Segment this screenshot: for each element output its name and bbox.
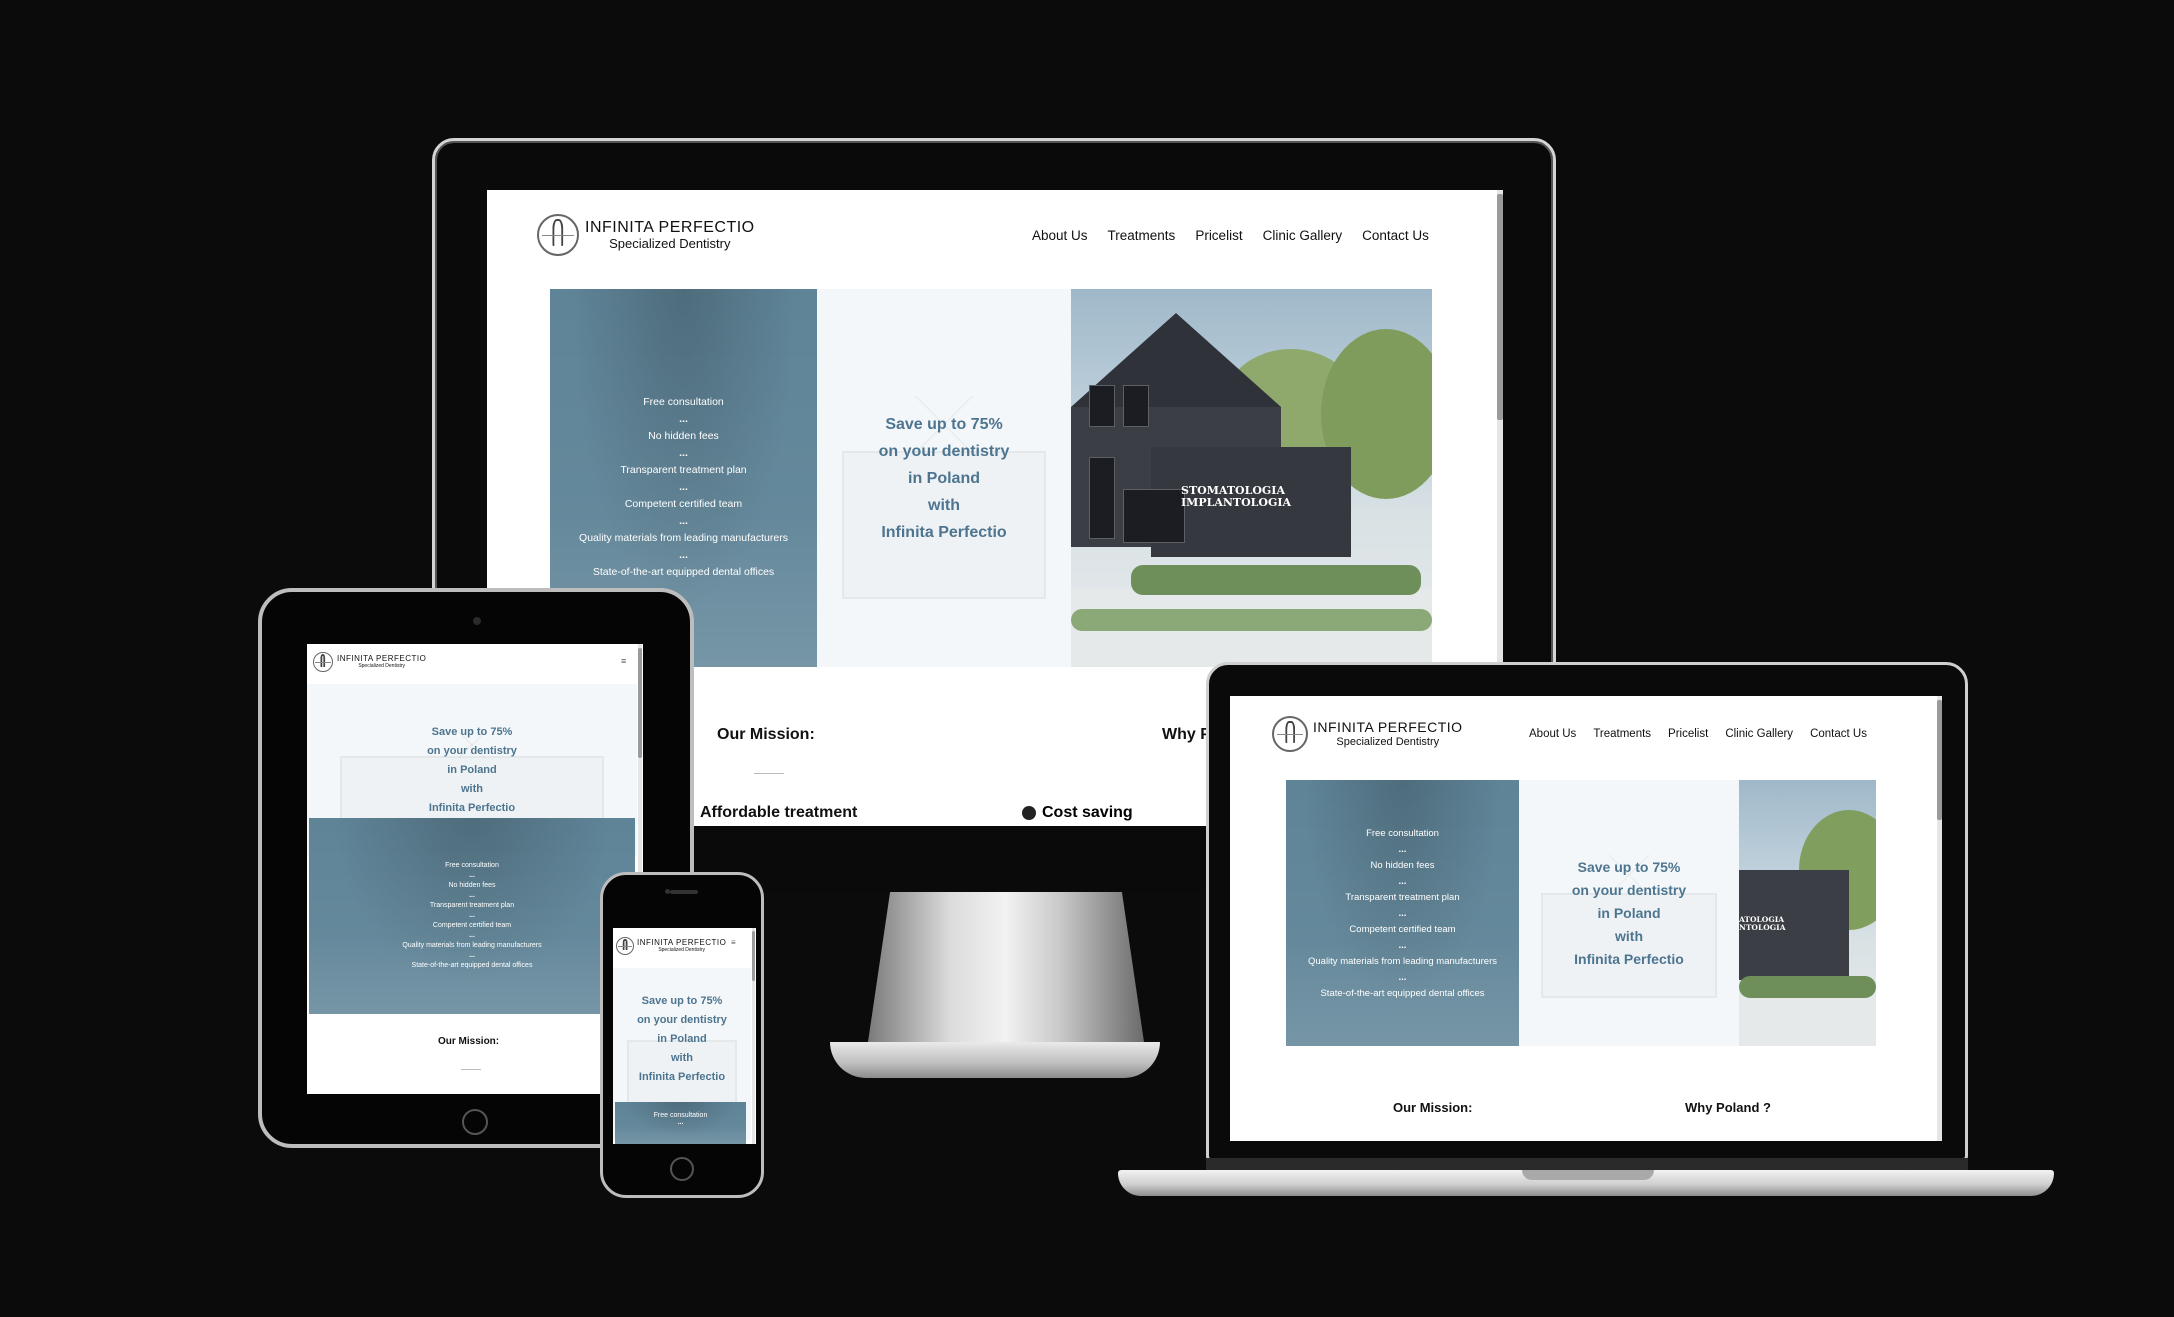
- clinic-building-photo: STOMATOLOGIA IMPLANTOLOGIA: [1071, 289, 1432, 667]
- laptop-mission-title: Our Mission:: [1393, 1100, 1473, 1115]
- phone-scrollbar[interactable]: [752, 928, 755, 1144]
- tooth-logo-icon: [616, 937, 634, 955]
- phone-features-panel: Free consultation ...: [615, 1102, 746, 1144]
- nav-treatments[interactable]: Treatments: [1108, 228, 1176, 243]
- desktop-nav: About Us Treatments Pricelist Clinic Gal…: [1032, 228, 1429, 243]
- laptop-features-panel: Free consultation ... No hidden fees ...…: [1286, 780, 1519, 1046]
- nav-pricelist[interactable]: Pricelist: [1195, 228, 1242, 243]
- tablet-logo[interactable]: INFINITA PERFECTIO Specialized Dentistry: [313, 652, 426, 672]
- phone-screen: INFINITA PERFECTIO Specialized Dentistry…: [613, 928, 756, 1144]
- nav-clinic-gallery[interactable]: Clinic Gallery: [1725, 728, 1793, 740]
- brand-name: INFINITA PERFECTIO: [585, 219, 755, 237]
- tooth-logo-icon: [1272, 716, 1308, 752]
- nav-clinic-gallery[interactable]: Clinic Gallery: [1263, 228, 1343, 243]
- tooth-logo-icon: [537, 214, 579, 256]
- tablet-menu-icon[interactable]: ≡: [621, 656, 626, 666]
- laptop-headline-panel: Save up to 75% on your dentistry in Pola…: [1519, 780, 1739, 1046]
- feature-item: Quality materials from leading manufactu…: [579, 532, 788, 544]
- desktop-monitor-foot: [830, 1042, 1160, 1078]
- feature-item: Competent certified team: [624, 498, 743, 510]
- tablet-screen: INFINITA PERFECTIO Specialized Dentistry…: [307, 644, 643, 1094]
- laptop-logo[interactable]: INFINITA PERFECTIO Specialized Dentistry: [1272, 716, 1463, 752]
- phone-logo[interactable]: INFINITA PERFECTIO Specialized Dentistry: [616, 937, 726, 955]
- laptop-screen: INFINITA PERFECTIO Specialized Dentistry…: [1230, 696, 1942, 1141]
- phone-home-button[interactable]: [670, 1157, 694, 1181]
- desktop-headline-panel: Save up to 75% on your dentistry in Pola…: [817, 289, 1071, 667]
- desktop-affordable-title: Affordable treatment: [700, 804, 858, 821]
- nav-about-us[interactable]: About Us: [1032, 228, 1088, 243]
- nav-treatments[interactable]: Treatments: [1593, 728, 1651, 740]
- desktop-logo[interactable]: INFINITA PERFECTIO Specialized Dentistry: [537, 214, 755, 256]
- money-icon: [1022, 806, 1036, 820]
- headline-line: in Poland: [908, 469, 980, 487]
- phone-menu-icon[interactable]: ≡: [731, 938, 736, 947]
- nav-contact-us[interactable]: Contact Us: [1362, 228, 1429, 243]
- brand-tagline: Specialized Dentistry: [609, 235, 731, 251]
- tablet-mission-title: Our Mission:: [438, 1036, 500, 1047]
- tooth-logo-icon: [313, 652, 333, 672]
- laptop-notch: [1522, 1170, 1654, 1180]
- laptop-why-poland-title: Why Poland ?: [1685, 1100, 1771, 1115]
- headline-line: Infinita Perfectio: [881, 523, 1007, 541]
- feature-item: State-of-the-art equipped dental offices: [592, 566, 775, 578]
- laptop-nav: About Us Treatments Pricelist Clinic Gal…: [1529, 728, 1867, 740]
- desktop-mission-title: Our Mission:: [717, 726, 815, 743]
- desktop-why-poland-title: Why P: [1162, 726, 1211, 743]
- headline-line: on your dentistry: [878, 442, 1010, 460]
- mockup-scene: { "brand": { "name": "INFINITA PERFECTIO…: [0, 0, 2174, 1317]
- headline-line: with: [928, 496, 960, 514]
- tablet-features-panel: Free consultation ... No hidden fees ...…: [309, 818, 635, 1014]
- clinic-building-photo: ATOLOGIA NTOLOGIA: [1739, 780, 1876, 1046]
- nav-contact-us[interactable]: Contact Us: [1810, 728, 1867, 740]
- desktop-cost-saving: Cost saving: [1022, 804, 1133, 822]
- phone-speaker: [670, 890, 698, 894]
- clinic-sign: STOMATOLOGIA IMPLANTOLOGIA: [1181, 484, 1292, 510]
- tablet-home-button[interactable]: [462, 1109, 488, 1135]
- feature-item: No hidden fees: [648, 430, 719, 442]
- nav-pricelist[interactable]: Pricelist: [1668, 728, 1708, 740]
- feature-item: Free consultation: [643, 396, 724, 408]
- desktop-monitor-stand: [868, 892, 1144, 1042]
- headline-line: Save up to 75%: [885, 415, 1003, 433]
- laptop-scrollbar[interactable]: [1937, 696, 1942, 1141]
- tablet-camera: [473, 617, 481, 625]
- nav-about-us[interactable]: About Us: [1529, 728, 1576, 740]
- feature-item: Transparent treatment plan: [620, 464, 747, 476]
